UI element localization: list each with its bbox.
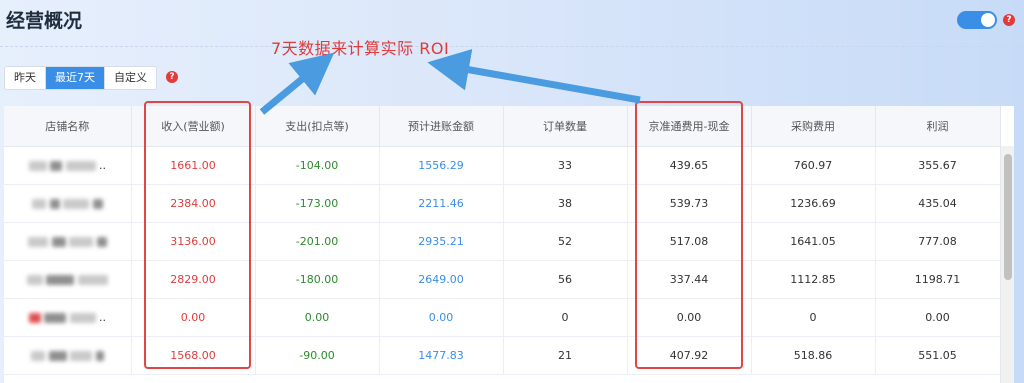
profit-cell: 435.04 — [875, 184, 1001, 223]
shop-name-cell: .. — [4, 298, 132, 337]
settle-cell[interactable]: 2211.46 — [379, 184, 504, 223]
expense-cell: -90.00 — [255, 336, 380, 375]
help-icon[interactable]: ? — [1003, 14, 1015, 26]
profit-cell: 355.67 — [875, 146, 1001, 185]
purchase-cell: 0 — [751, 298, 876, 337]
page-title: 经营概况 — [6, 10, 83, 32]
shop-name-cell: .. — [4, 146, 132, 185]
column-header-jzt[interactable]: 京准通费用-现金 — [627, 106, 752, 147]
column-header-orders[interactable]: 订单数量 — [503, 106, 628, 147]
column-header-expense[interactable]: 支出(扣点等) — [255, 106, 380, 147]
profit-cell: 777.08 — [875, 222, 1001, 261]
scrollbar-thumb[interactable] — [1004, 154, 1012, 280]
purchase-cell: 1641.05 — [751, 222, 876, 261]
table-row[interactable]: 3136.00 -201.00 2935.21 52 517.08 1641.0… — [4, 222, 1001, 261]
settle-cell[interactable]: 2935.21 — [379, 222, 504, 261]
table-row[interactable]: .. 1661.00 -104.00 1556.29 33 439.65 760… — [4, 146, 1001, 185]
orders-cell: 0 — [503, 298, 628, 337]
roi-annotation: 7天数据来计算实际 ROI — [271, 39, 450, 58]
jzt-cell: 407.92 — [627, 336, 752, 375]
divider — [0, 46, 1024, 47]
income-cell: 1661.00 — [131, 146, 256, 185]
tab-yesterday[interactable]: 昨天 — [5, 67, 46, 89]
shop-name-cell — [4, 260, 132, 299]
shop-name-cell — [4, 222, 132, 261]
expense-cell: -180.00 — [255, 260, 380, 299]
expense-cell: -173.00 — [255, 184, 380, 223]
column-header-shop[interactable]: 店铺名称 — [4, 106, 132, 147]
column-header-profit[interactable]: 利润 — [875, 106, 1001, 147]
orders-cell: 21 — [503, 336, 628, 375]
settle-cell[interactable]: 0.00 — [379, 298, 504, 337]
purchase-cell: 760.97 — [751, 146, 876, 185]
orders-cell: 38 — [503, 184, 628, 223]
date-range-tabs: 昨天 最近7天 自定义 — [4, 66, 157, 90]
display-toggle[interactable] — [957, 11, 997, 29]
settle-cell[interactable]: 1556.29 — [379, 146, 504, 185]
arrow-right — [427, 48, 641, 104]
shop-name-cell — [4, 184, 132, 223]
column-header-settle[interactable]: 预计进账金额 — [379, 106, 504, 147]
column-header-income[interactable]: 收入(营业额) — [131, 106, 256, 147]
table-header-row: 店铺名称 收入(营业额) 支出(扣点等) 预计进账金额 订单数量 京准通费用-现… — [4, 106, 1001, 147]
tab-custom[interactable]: 自定义 — [105, 67, 156, 89]
income-cell: 3136.00 — [131, 222, 256, 261]
purchase-cell: 1236.69 — [751, 184, 876, 223]
jzt-cell: 439.65 — [627, 146, 752, 185]
shop-name-suffix: .. — [99, 158, 106, 172]
table-row[interactable]: 1568.00 -90.00 1477.83 21 407.92 518.86 … — [4, 336, 1001, 375]
income-cell: 2829.00 — [131, 260, 256, 299]
profit-cell: 0.00 — [875, 298, 1001, 337]
column-header-purchase[interactable]: 采购费用 — [751, 106, 876, 147]
business-overview-table: 店铺名称 收入(营业额) 支出(扣点等) 预计进账金额 订单数量 京准通费用-现… — [4, 106, 1014, 383]
orders-cell: 52 — [503, 222, 628, 261]
tab-last-7-days[interactable]: 最近7天 — [46, 67, 105, 89]
table-row[interactable]: .. 0.00 0.00 0.00 0 0.00 0 0.00 — [4, 298, 1001, 337]
income-cell: 0.00 — [131, 298, 256, 337]
profit-cell: 551.05 — [875, 336, 1001, 375]
income-cell: 1568.00 — [131, 336, 256, 375]
expense-cell: -104.00 — [255, 146, 380, 185]
profit-cell: 1198.71 — [875, 260, 1001, 299]
table-row[interactable]: 2829.00 -180.00 2649.00 56 337.44 1112.8… — [4, 260, 1001, 299]
jzt-cell: 0.00 — [627, 298, 752, 337]
settle-cell[interactable]: 2649.00 — [379, 260, 504, 299]
purchase-cell: 1112.85 — [751, 260, 876, 299]
jzt-cell: 517.08 — [627, 222, 752, 261]
income-cell: 2384.00 — [131, 184, 256, 223]
jzt-cell: 539.73 — [627, 184, 752, 223]
purchase-cell: 518.86 — [751, 336, 876, 375]
toggle-knob — [981, 13, 995, 27]
help-icon[interactable]: ? — [166, 71, 178, 83]
vertical-scrollbar[interactable] — [1000, 146, 1014, 383]
jzt-cell: 337.44 — [627, 260, 752, 299]
expense-cell: -201.00 — [255, 222, 380, 261]
table-row[interactable]: 2384.00 -173.00 2211.46 38 539.73 1236.6… — [4, 184, 1001, 223]
expense-cell: 0.00 — [255, 298, 380, 337]
orders-cell: 56 — [503, 260, 628, 299]
settle-cell[interactable]: 1477.83 — [379, 336, 504, 375]
orders-cell: 33 — [503, 146, 628, 185]
shop-name-cell — [4, 336, 132, 375]
shop-name-suffix: .. — [99, 310, 106, 324]
